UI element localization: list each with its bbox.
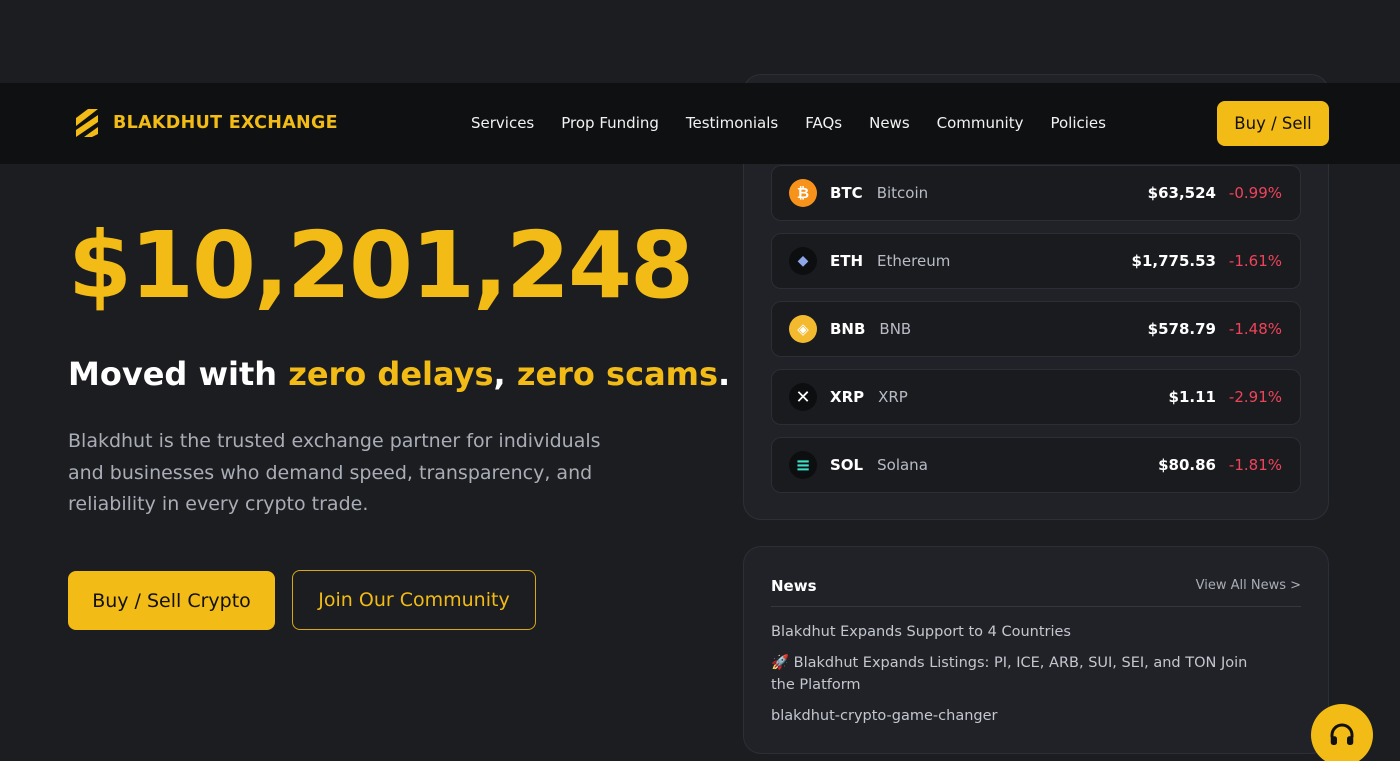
news-item[interactable]: Blakdhut Expands Support to 4 Countries <box>771 621 1271 643</box>
navbar: BLAKDHUT EXCHANGE Services Prop Funding … <box>0 83 1400 164</box>
nav-link-faqs[interactable]: FAQs <box>805 114 842 132</box>
coin-price: $80.86 <box>1158 456 1216 474</box>
join-community-button[interactable]: Join Our Community <box>292 570 536 630</box>
coin-name: XRP <box>878 388 908 406</box>
xrp-icon: ✕ <box>789 383 817 411</box>
coin-row-xrp[interactable]: ✕ XRP XRP $1.11 -2.91% <box>771 369 1301 425</box>
headline-text: . <box>718 355 731 393</box>
news-title: News <box>771 577 817 595</box>
hero-amount: $10,201,248 <box>68 212 694 319</box>
brand-name: BLAKDHUT EXCHANGE <box>113 113 338 133</box>
coin-change: -2.91% <box>1228 388 1282 406</box>
hero-description: Blakdhut is the trusted exchange partner… <box>68 430 601 515</box>
coin-symbol: ETH <box>830 252 864 270</box>
nav-link-policies[interactable]: Policies <box>1050 114 1105 132</box>
headline-text: , <box>493 355 517 393</box>
coin-symbol: BTC <box>830 184 863 202</box>
headline-text: Moved with <box>68 355 289 393</box>
coin-row-sol[interactable]: ≡ SOL Solana $80.86 -1.81% <box>771 437 1301 493</box>
coin-price: $1,775.53 <box>1131 252 1216 270</box>
coin-name: Bitcoin <box>876 184 929 202</box>
coin-price: $578.79 <box>1147 320 1216 338</box>
news-item[interactable]: 🚀 Blakdhut Expands Listings: PI, ICE, AR… <box>771 652 1271 696</box>
coin-symbol: BNB <box>830 320 866 338</box>
coin-change: -1.61% <box>1228 252 1282 270</box>
coin-change: -1.81% <box>1228 456 1282 474</box>
headline-accent: zero scams <box>516 355 719 393</box>
coin-name: BNB <box>879 320 912 338</box>
nav-link-news[interactable]: News <box>869 114 910 132</box>
nav-link-services[interactable]: Services <box>471 114 534 132</box>
news-header: News View All News > <box>771 575 1301 607</box>
nav-link-testimonials[interactable]: Testimonials <box>686 114 778 132</box>
coin-row-btc[interactable]: ₿ BTC Bitcoin $63,524 -0.99% <box>771 165 1301 221</box>
coin-change: -1.48% <box>1228 320 1282 338</box>
nav-link-community[interactable]: Community <box>937 114 1024 132</box>
coin-price: $1.11 <box>1168 388 1216 406</box>
support-button[interactable] <box>1311 704 1373 761</box>
bnb-icon: ◈ <box>789 315 817 343</box>
bitcoin-icon: ₿ <box>789 179 817 207</box>
nav-links: Services Prop Funding Testimonials FAQs … <box>471 114 1133 132</box>
coin-name: Solana <box>877 456 928 474</box>
nav-link-prop-funding[interactable]: Prop Funding <box>561 114 659 132</box>
logo[interactable]: BLAKDHUT EXCHANGE <box>68 105 338 141</box>
coin-symbol: XRP <box>830 388 865 406</box>
coin-change: -0.99% <box>1228 184 1282 202</box>
solana-icon: ≡ <box>789 451 817 479</box>
buy-sell-crypto-button[interactable]: Buy / Sell Crypto <box>68 571 275 630</box>
coin-symbol: SOL <box>830 456 864 474</box>
view-all-news-link[interactable]: View All News > <box>1196 578 1301 593</box>
ethereum-icon: ◆ <box>789 247 817 275</box>
news-item[interactable]: blakdhut-crypto-game-changer <box>771 705 1271 727</box>
coin-price: $63,524 <box>1147 184 1216 202</box>
coin-row-bnb[interactable]: ◈ BNB BNB $578.79 -1.48% <box>771 301 1301 357</box>
coin-row-eth[interactable]: ◆ ETH Ethereum $1,775.53 -1.61% <box>771 233 1301 289</box>
logo-mark-icon <box>69 106 103 140</box>
news-card: News View All News > Blakdhut Expands Su… <box>743 546 1329 754</box>
hero-headline: Moved with zero delays, zero scams. <box>68 355 730 393</box>
buy-sell-button[interactable]: Buy / Sell <box>1217 101 1329 146</box>
headline-accent: zero delays <box>288 355 494 393</box>
headphones-icon <box>1330 723 1354 745</box>
coin-name: Ethereum <box>877 252 951 270</box>
